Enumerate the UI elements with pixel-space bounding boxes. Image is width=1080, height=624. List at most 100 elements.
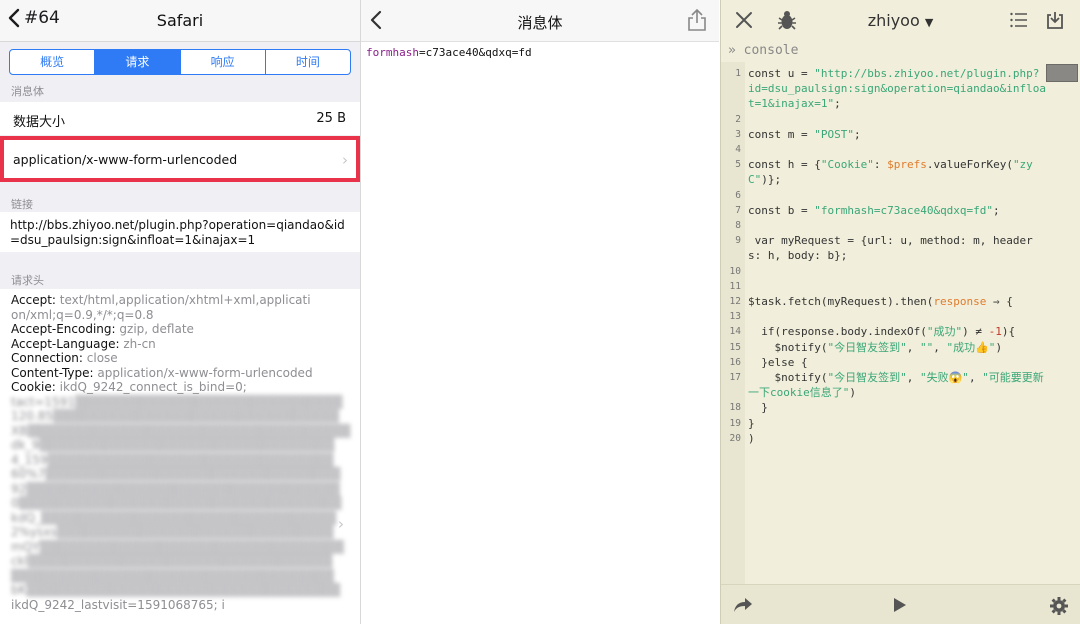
line-number: 9 [735, 235, 741, 247]
headers-list: Accept: text/html,application/xhtml+xml,… [11, 293, 351, 612]
code-text: } [748, 416, 755, 430]
message-body-pane: 消息体 formhash=c73ace40&qdxq=fd [360, 0, 719, 624]
code-line[interactable]: 1 const u = "http://bbs.zhiyoo.net/plugin… [721, 66, 1046, 112]
outline-button[interactable] [1010, 12, 1028, 32]
code-line[interactable]: 3 const m = "POST"; [721, 127, 1046, 142]
editor-toolbar: zhiyoo ▼ [721, 0, 1080, 42]
line-number: 3 [735, 128, 741, 140]
minimap[interactable] [1046, 64, 1078, 82]
share-icon [688, 8, 706, 31]
section-header-link: 链接 [11, 198, 33, 211]
code-line[interactable]: 13 [721, 309, 1046, 324]
code-line[interactable]: 14 if(response.body.indexOf("成功") ≠ -1){ [721, 324, 1046, 339]
line-number: 2 [735, 113, 741, 125]
line-number: 11 [729, 280, 741, 292]
nav-bar: #64 Safari [0, 0, 360, 42]
code-line[interactable]: 10 [721, 264, 1046, 279]
url-text: http://bbs.zhiyoo.net/plugin.php?operati… [10, 218, 345, 247]
code-text: } [748, 401, 768, 415]
code-text: $notify("今日智友签到", "失败😱", "可能要更新一下cookie信… [748, 371, 1044, 400]
code-text: ) [748, 431, 755, 445]
data-size-label: 数据大小 [13, 115, 66, 130]
code-line[interactable]: 9 var myRequest = {url: u, method: m, he… [721, 233, 1046, 263]
code-editor[interactable]: 1 const u = "http://bbs.zhiyoo.net/plugin… [721, 66, 1046, 446]
console-label[interactable]: » console [728, 43, 798, 58]
header-line: Accept-Language: zh-cn [11, 336, 156, 351]
code-text: $notify("今日智友签到", "", "成功👍") [748, 340, 1003, 354]
line-number: 10 [729, 265, 741, 277]
request-headers-row[interactable]: Accept: text/html,application/xhtml+xml,… [0, 289, 360, 624]
run-button[interactable] [893, 597, 907, 617]
header-line: Accept: text/html,application/xhtml+xml,… [11, 293, 311, 322]
line-number: 5 [735, 159, 741, 171]
gear-icon [1050, 597, 1068, 615]
tab-response[interactable]: 响应 [179, 50, 265, 74]
header-line: Content-Type: application/x-www-form-url… [11, 365, 313, 380]
code-line[interactable]: 17 $notify("今日智友签到", "失败😱", "可能要更新一下cook… [721, 370, 1046, 400]
script-title: zhiyoo [867, 11, 920, 30]
share-script-button[interactable] [733, 597, 753, 617]
play-icon [894, 598, 906, 612]
line-number: 15 [729, 341, 741, 353]
code-line[interactable]: 18 } [721, 400, 1046, 415]
tab-overview[interactable]: 概览 [10, 50, 94, 74]
header-line: ikdQ_9242_lastvisit=1591068765; i [11, 597, 225, 612]
code-line[interactable]: 20) [721, 431, 1046, 446]
line-number: 17 [729, 372, 741, 384]
code-text: }else { [748, 355, 808, 369]
line-number: 12 [729, 296, 741, 308]
download-icon [1047, 12, 1063, 29]
code-text: var myRequest = {url: u, method: m, head… [748, 234, 1033, 263]
message-body-text: formhash=c73ace40&qdxq=fd [366, 46, 532, 59]
line-number: 14 [729, 326, 741, 338]
share-button[interactable] [687, 8, 707, 36]
settings-button[interactable] [1049, 596, 1069, 620]
tab-request[interactable]: 请求 [94, 50, 180, 74]
redacted-cookie-block: tact=1591▒▒▒▒▒▒▒▒▒▒▒▒▒▒▒▒▒▒▒▒▒▒▒▒▒▒▒▒▒ 1… [11, 394, 351, 598]
code-line[interactable]: 4 [721, 142, 1046, 157]
content-type-row[interactable]: application/x-www-form-urlencoded › [0, 136, 360, 182]
share-arrow-icon [734, 598, 752, 612]
code-text: const h = {"Cookie": $prefs.valueForKey(… [748, 158, 1033, 187]
line-number: 1 [735, 68, 741, 79]
list-icon [1010, 12, 1027, 28]
code-line[interactable]: 19} [721, 416, 1046, 431]
code-line[interactable]: 8 [721, 218, 1046, 233]
body-key: formhash [366, 46, 419, 59]
code-text: const u = "http://bbs.zhiyoo.net/plugin.… [748, 67, 1047, 111]
nav-title: Safari [156, 11, 204, 30]
save-button[interactable] [1046, 10, 1064, 34]
header-line: Cookie: ikdQ_9242_connect_is_bind=0; [11, 380, 247, 394]
line-number: 18 [729, 402, 741, 414]
code-text: const b = "formhash=c73ace40&qdxq=fd"; [748, 203, 1000, 217]
nav-bar: 消息体 [361, 0, 719, 42]
code-text: $task.fetch(myRequest).then(response ⇒ { [748, 295, 1013, 309]
line-number: 8 [735, 220, 741, 232]
code-line[interactable]: 5 const h = {"Cookie": $prefs.valueForKey… [721, 157, 1046, 187]
code-text: const m = "POST"; [748, 127, 861, 141]
chevron-right-icon: › [342, 151, 348, 169]
code-line[interactable]: 6 [721, 188, 1046, 203]
tab-timing[interactable]: 时间 [264, 50, 350, 74]
code-line[interactable]: 7 const b = "formhash=c73ace40&qdxq=fd"; [721, 203, 1046, 218]
code-line[interactable]: 2 [721, 112, 1046, 127]
code-line[interactable]: 16 }else { [721, 355, 1046, 370]
editor-bottom-bar [721, 584, 1080, 624]
header-line: Connection: close [11, 351, 118, 365]
code-line[interactable]: 11 [721, 279, 1046, 294]
line-number: 16 [729, 356, 741, 368]
code-line[interactable]: 12 $task.fetch(myRequest).then(response ⇒… [721, 294, 1046, 309]
section-header-body: 消息体 [11, 85, 44, 98]
line-number: 20 [729, 432, 741, 444]
segmented-tabs: 概览 请求 响应 时间 [9, 49, 351, 75]
header-line: Accept-Encoding: gzip, deflate [11, 322, 194, 336]
line-number: 19 [729, 417, 741, 429]
url-row[interactable]: http://bbs.zhiyoo.net/plugin.php?operati… [0, 212, 360, 252]
line-number: 7 [735, 204, 741, 216]
code-line[interactable]: 15 $notify("今日智友签到", "", "成功👍") [721, 340, 1046, 355]
chevron-right-icon: › [338, 515, 344, 533]
